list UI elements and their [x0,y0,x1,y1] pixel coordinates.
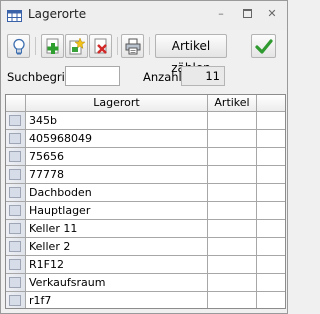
row-header-corner [6,95,26,112]
row-selector[interactable] [6,256,26,274]
search-label: Suchbegriff [7,70,73,84]
artikel-cell[interactable] [208,292,257,308]
table-row[interactable]: Dachboden [6,184,285,202]
count-value: 11 [181,66,225,86]
add-button[interactable] [41,34,64,58]
artikel-cell[interactable] [208,130,257,148]
lagerort-cell[interactable]: Keller 2 [26,238,208,256]
toolbar: Artikel zählen [1,31,287,75]
maximize-button[interactable] [237,5,257,23]
delete-button[interactable] [89,34,112,58]
row-selector[interactable] [6,130,26,148]
filler-cell [257,292,285,308]
close-button[interactable]: ✕ [262,5,282,23]
lightbulb-icon [13,38,25,55]
count-items-button[interactable]: Artikel zählen [155,34,227,75]
table-row[interactable]: Keller 11 [6,220,285,238]
edit-button[interactable] [65,34,88,58]
artikel-cell[interactable] [208,220,257,238]
lagerort-cell[interactable]: Hauptlager [26,202,208,220]
column-header-filler [257,95,285,112]
green-checkmark-icon [255,39,273,54]
edit-star-icon [69,38,85,55]
row-selector[interactable] [6,166,26,184]
table-row[interactable]: 77778 [6,166,285,184]
toolbar-separator [149,37,150,55]
lagerort-cell[interactable]: Keller 11 [26,220,208,238]
artikel-cell[interactable] [208,202,257,220]
filler-cell [257,220,285,238]
filler-cell [257,166,285,184]
artikel-cell[interactable] [208,256,257,274]
lagerort-table[interactable]: Lagerort Artikel 345b 405968049 75656 77… [5,94,286,309]
table-row[interactable]: Keller 2 [6,238,285,256]
printer-icon [125,38,141,55]
toolbar-separator [117,37,118,55]
artikel-cell[interactable] [208,112,257,130]
count-label: Anzahl [143,70,182,84]
row-selector[interactable] [6,292,26,308]
filler-cell [257,238,285,256]
artikel-cell[interactable] [208,184,257,202]
row-selector[interactable] [6,112,26,130]
lagerort-cell[interactable]: r1f7 [26,292,208,308]
table-row[interactable]: 345b [6,112,285,130]
filler-cell [257,274,285,292]
filler-cell [257,256,285,274]
artikel-cell[interactable] [208,238,257,256]
filler-cell [257,202,285,220]
table-row[interactable]: R1F12 [6,256,285,274]
window-title: Lagerorte [28,7,87,21]
column-header-artikel[interactable]: Artikel [208,95,257,112]
hint-button[interactable] [7,34,30,58]
minimize-button[interactable]: – [211,5,231,23]
artikel-cell[interactable] [208,274,257,292]
print-button[interactable] [121,34,144,58]
row-selector[interactable] [6,274,26,292]
lagerort-cell[interactable]: 75656 [26,148,208,166]
lagerort-cell[interactable]: 405968049 [26,130,208,148]
title-bar[interactable]: Lagerorte – ✕ [1,1,287,30]
table-row[interactable]: r1f7 [6,292,285,308]
filler-cell [257,184,285,202]
table-row[interactable]: Hauptlager [6,202,285,220]
table-row[interactable]: 405968049 [6,130,285,148]
filler-cell [257,112,285,130]
column-header-lagerort[interactable]: Lagerort [26,95,208,112]
lagerort-cell[interactable]: Dachboden [26,184,208,202]
lagerort-cell[interactable]: Verkaufsraum [26,274,208,292]
table-row[interactable]: 75656 [6,148,285,166]
ok-button[interactable] [251,34,276,58]
artikel-cell[interactable] [208,148,257,166]
table-window-icon [7,10,22,22]
lagerort-cell[interactable]: R1F12 [26,256,208,274]
table-row[interactable]: Verkaufsraum [6,274,285,292]
lagerort-cell[interactable]: 77778 [26,166,208,184]
search-input[interactable] [65,66,120,86]
filler-cell [257,130,285,148]
red-delete-icon [94,38,107,54]
filler-cell [257,148,285,166]
lagerorte-window: Lagerorte – ✕ Artikel Suchbegriff Anzahl… [0,0,288,314]
toolbar-separator [35,37,36,55]
green-plus-icon [46,38,59,54]
row-selector[interactable] [6,184,26,202]
row-selector[interactable] [6,202,26,220]
row-selector[interactable] [6,238,26,256]
row-selector[interactable] [6,220,26,238]
artikel-cell[interactable] [208,166,257,184]
row-selector[interactable] [6,148,26,166]
maximize-icon [242,9,252,18]
lagerort-cell[interactable]: 345b [26,112,208,130]
